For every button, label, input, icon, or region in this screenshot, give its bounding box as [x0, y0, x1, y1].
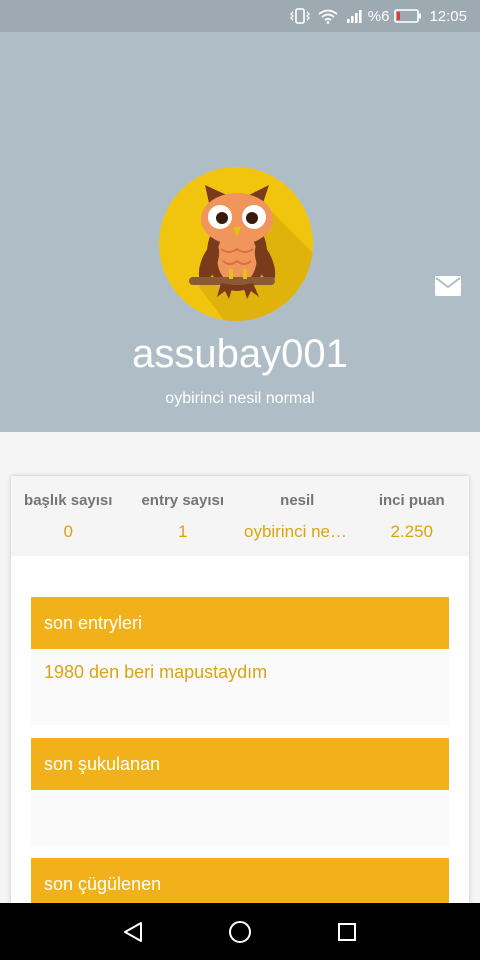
- section-body-liked: [31, 790, 449, 846]
- mail-icon[interactable]: [432, 274, 464, 298]
- stat-value: 2.250: [390, 522, 434, 541]
- recents-icon[interactable]: [327, 912, 367, 952]
- stat-entry-count: entry sayısı 1: [126, 476, 241, 556]
- username: assubay001: [132, 332, 348, 376]
- clock: 12:05: [429, 7, 467, 25]
- stat-label: nesil: [280, 492, 315, 509]
- stat-value: 1: [178, 522, 188, 541]
- section-header-entries[interactable]: son entryleri: [31, 597, 449, 649]
- stat-label: inci puan: [378, 492, 445, 509]
- stat-value: 0: [63, 522, 73, 541]
- stat-value: oybirinci nesil normal: [244, 522, 355, 541]
- stats-row: başlık sayısı 0 entry sayısı 1 nesil oyb…: [11, 476, 469, 556]
- stat-karma: inci puan 2.250: [355, 476, 470, 556]
- user-generation: oybirinci nesil normal: [165, 390, 315, 407]
- signal-icon: [346, 8, 364, 24]
- stat-label: başlık sayısı: [24, 492, 113, 509]
- vibrate-icon: [289, 8, 310, 24]
- stat-title-count: başlık sayısı 0: [11, 476, 126, 556]
- wifi-icon: [318, 8, 338, 24]
- profile-card: başlık sayısı 0 entry sayısı 1 nesil oyb…: [11, 476, 469, 916]
- battery-percent: %6: [367, 7, 390, 25]
- stat-label: entry sayısı: [141, 492, 225, 509]
- profile-content: başlık sayısı 0 entry sayısı 1 nesil oyb…: [0, 432, 480, 916]
- entry-link[interactable]: 1980 den beri mapustaydım: [31, 649, 449, 683]
- home-icon[interactable]: [220, 912, 260, 952]
- stat-generation: nesil oybirinci nesil normal: [240, 476, 355, 556]
- section-body-entries: 1980 den beri mapustaydım: [31, 649, 449, 725]
- section-header-liked[interactable]: son şukulanan: [31, 738, 449, 790]
- profile-header: assubay001 oybirinci nesil normal: [0, 32, 480, 432]
- system-nav-bar: [0, 903, 480, 960]
- status-bar: %6 12:05: [0, 0, 480, 32]
- back-icon[interactable]: [113, 912, 153, 952]
- battery-icon: [394, 8, 422, 24]
- owl-avatar-icon[interactable]: [159, 167, 313, 321]
